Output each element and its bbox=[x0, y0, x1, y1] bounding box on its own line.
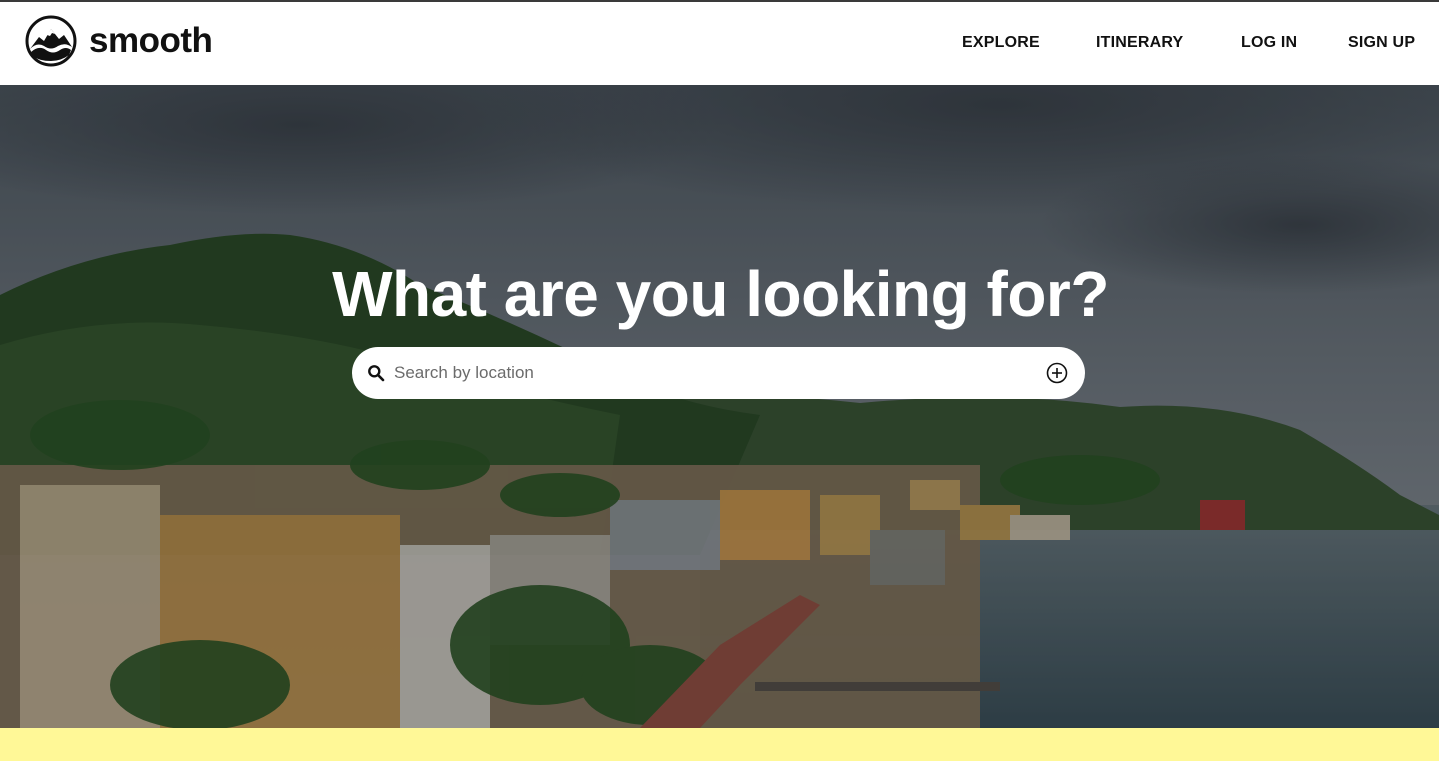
search-bar[interactable] bbox=[352, 347, 1085, 399]
nav-explore[interactable]: EXPLORE bbox=[962, 34, 1040, 52]
hero-headline: What are you looking for? bbox=[332, 258, 1109, 330]
search-icon bbox=[368, 365, 385, 382]
nav-itinerary[interactable]: ITINERARY bbox=[1096, 34, 1183, 52]
hero-overlay bbox=[0, 85, 1439, 728]
nav-sign-up[interactable]: SIGN UP bbox=[1348, 34, 1415, 52]
hero-section: What are you looking for? bbox=[0, 85, 1439, 728]
add-circle-icon[interactable] bbox=[1046, 362, 1068, 384]
search-input[interactable] bbox=[394, 347, 1034, 399]
site-header: smooth EXPLORE ITINERARY LOG IN SIGN UP bbox=[0, 2, 1439, 85]
mountain-logo-icon bbox=[25, 15, 77, 67]
brand-name: smooth bbox=[89, 21, 213, 60]
nav-log-in[interactable]: LOG IN bbox=[1241, 34, 1297, 52]
brand[interactable]: smooth bbox=[25, 15, 213, 67]
accent-band bbox=[0, 728, 1439, 761]
